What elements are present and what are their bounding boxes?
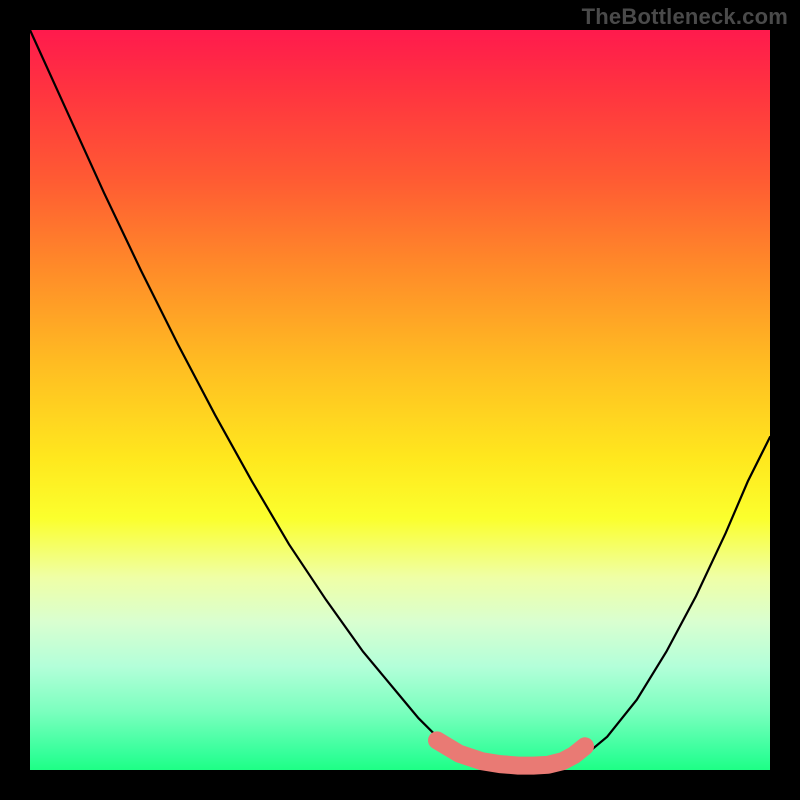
main-curve <box>30 30 770 766</box>
chart-frame: TheBottleneck.com <box>0 0 800 800</box>
highlight-band <box>437 740 585 765</box>
curve-layer <box>30 30 770 770</box>
watermark-text: TheBottleneck.com <box>582 4 788 30</box>
plot-area <box>30 30 770 770</box>
